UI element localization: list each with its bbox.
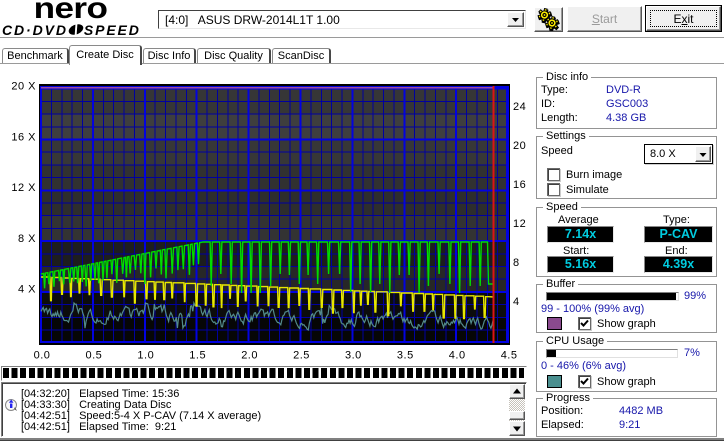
svg-text:16: 16: [513, 179, 526, 191]
svg-text:16 X: 16 X: [11, 131, 36, 143]
svg-text:24: 24: [513, 101, 526, 113]
svg-text:4.5: 4.5: [501, 350, 518, 362]
svg-text:8: 8: [513, 257, 520, 269]
svg-text:4 X: 4 X: [18, 284, 36, 296]
svg-text:4: 4: [513, 296, 520, 308]
svg-text:12 X: 12 X: [11, 182, 36, 194]
svg-text:8 X: 8 X: [18, 233, 36, 245]
svg-text:0.5: 0.5: [86, 350, 103, 362]
svg-text:20 X: 20 X: [11, 81, 36, 93]
svg-text:1.0: 1.0: [137, 350, 154, 362]
svg-text:0.0: 0.0: [34, 350, 51, 362]
svg-text:12: 12: [513, 218, 526, 230]
svg-text:1.5: 1.5: [189, 350, 206, 362]
svg-text:3.0: 3.0: [345, 350, 362, 362]
svg-text:20: 20: [513, 140, 526, 152]
svg-text:2.5: 2.5: [293, 350, 310, 362]
svg-text:2.0: 2.0: [241, 350, 258, 362]
svg-text:3.5: 3.5: [397, 350, 414, 362]
svg-text:4.0: 4.0: [449, 350, 466, 362]
